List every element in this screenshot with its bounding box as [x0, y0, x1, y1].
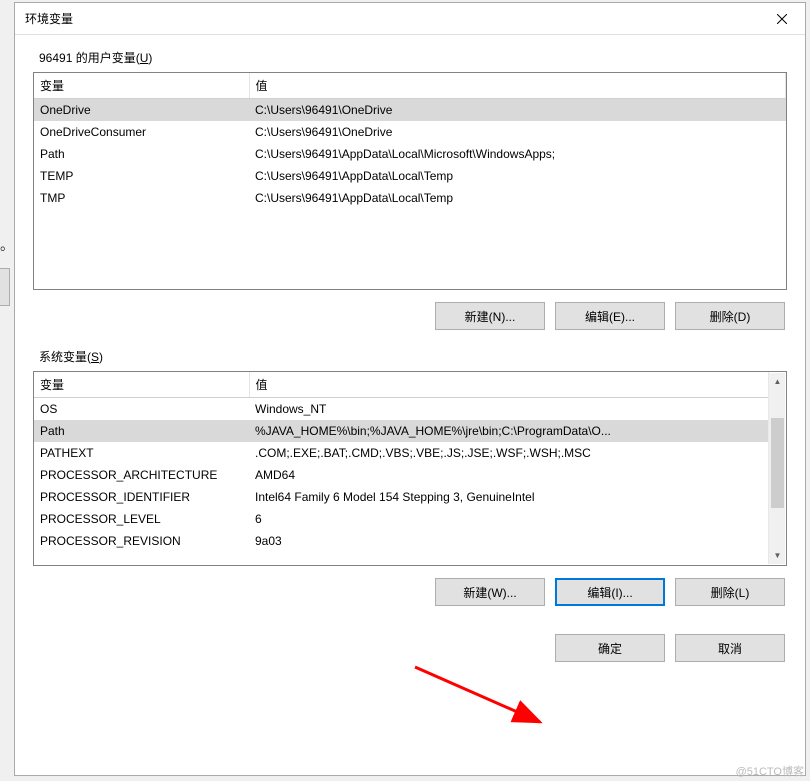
table-row[interactable]: PROCESSOR_IDENTIFIERIntel64 Family 6 Mod…	[34, 486, 769, 508]
system-edit-button[interactable]: 编辑(I)...	[555, 578, 665, 606]
cell-variable: OneDrive	[34, 99, 249, 122]
system-table-scrollbar[interactable]: ▲ ▼	[768, 373, 785, 564]
cell-variable: TEMP	[34, 165, 249, 187]
cell-value: Windows_NT	[249, 398, 769, 421]
column-header-value[interactable]: 值	[249, 73, 786, 99]
cell-value: C:\Users\96491\OneDrive	[249, 121, 786, 143]
table-row[interactable]: TMPC:\Users\96491\AppData\Local\Temp	[34, 187, 786, 209]
table-row[interactable]: PROCESSOR_LEVEL6	[34, 508, 769, 530]
column-header-variable[interactable]: 变量	[34, 73, 249, 99]
table-row[interactable]: OSWindows_NT	[34, 398, 769, 421]
table-row[interactable]: TEMPC:\Users\96491\AppData\Local\Temp	[34, 165, 786, 187]
user-edit-button[interactable]: 编辑(E)...	[555, 302, 665, 330]
cell-value: C:\Users\96491\AppData\Local\Temp	[249, 187, 786, 209]
cell-variable: OneDriveConsumer	[34, 121, 249, 143]
cell-variable: Path	[34, 143, 249, 165]
column-header-value[interactable]: 值	[249, 372, 769, 398]
close-button[interactable]	[759, 3, 805, 35]
cell-value: .COM;.EXE;.BAT;.CMD;.VBS;.VBE;.JS;.JSE;.…	[249, 442, 769, 464]
label-part: )	[99, 350, 103, 364]
table-row[interactable]: Path%JAVA_HOME%\bin;%JAVA_HOME%\jre\bin;…	[34, 420, 769, 442]
cell-variable: PROCESSOR_LEVEL	[34, 508, 249, 530]
cell-variable: PATHEXT	[34, 442, 249, 464]
scroll-up-arrow-icon[interactable]: ▲	[769, 373, 786, 390]
ok-button[interactable]: 确定	[555, 634, 665, 662]
table-row[interactable]: PROCESSOR_REVISION9a03	[34, 530, 769, 552]
scroll-down-arrow-icon[interactable]: ▼	[769, 547, 786, 564]
cell-value: C:\Users\96491\OneDrive	[249, 99, 786, 122]
cell-variable: PROCESSOR_IDENTIFIER	[34, 486, 249, 508]
table-header-row: 变量 值	[34, 372, 769, 398]
system-variables-group: 系统变量(S) 变量 值 OSWindows_NTPath%JAVA_HOME%…	[33, 348, 787, 606]
background-fragment-dot: 。	[0, 235, 14, 255]
watermark: @51CTO博客	[736, 763, 804, 779]
cell-value: C:\Users\96491\AppData\Local\Microsoft\W…	[249, 143, 786, 165]
dialog-buttons-row: 确定 取消	[33, 634, 787, 662]
cell-value: 9a03	[249, 530, 769, 552]
column-header-variable[interactable]: 变量	[34, 372, 249, 398]
close-icon	[777, 14, 787, 24]
cell-variable: PROCESSOR_REVISION	[34, 530, 249, 552]
table-header-row: 变量 值	[34, 73, 786, 99]
user-variables-label: 96491 的用户变量(U)	[33, 49, 787, 66]
system-new-button[interactable]: 新建(W)...	[435, 578, 545, 606]
system-variables-label: 系统变量(S)	[33, 348, 787, 365]
table-row[interactable]: PATHEXT.COM;.EXE;.BAT;.CMD;.VBS;.VBE;.JS…	[34, 442, 769, 464]
cell-value: Intel64 Family 6 Model 154 Stepping 3, G…	[249, 486, 769, 508]
cell-variable: TMP	[34, 187, 249, 209]
cell-value: C:\Users\96491\AppData\Local\Temp	[249, 165, 786, 187]
dialog-title: 环境变量	[25, 10, 73, 27]
cell-variable: PROCESSOR_ARCHITECTURE	[34, 464, 249, 486]
cell-value: 6	[249, 508, 769, 530]
user-variables-table-container: 变量 值 OneDriveC:\Users\96491\OneDriveOneD…	[33, 72, 787, 290]
user-buttons-row: 新建(N)... 编辑(E)... 删除(D)	[33, 302, 787, 330]
label-part: 系统变量(	[39, 350, 91, 364]
dialog-content: 96491 的用户变量(U) 变量 值 OneDriveC:\Users\964…	[15, 35, 805, 676]
environment-variables-dialog: 环境变量 96491 的用户变量(U) 变量 值 OneDr	[14, 2, 806, 776]
table-row[interactable]: PROCESSOR_ARCHITECTUREAMD64	[34, 464, 769, 486]
background-fragment-button	[0, 268, 10, 306]
cancel-button[interactable]: 取消	[675, 634, 785, 662]
system-variables-table[interactable]: 变量 值 OSWindows_NTPath%JAVA_HOME%\bin;%JA…	[34, 372, 769, 552]
cell-variable: OS	[34, 398, 249, 421]
cell-value: AMD64	[249, 464, 769, 486]
cell-value: %JAVA_HOME%\bin;%JAVA_HOME%\jre\bin;C:\P…	[249, 420, 769, 442]
user-variables-group: 96491 的用户变量(U) 变量 值 OneDriveC:\Users\964…	[33, 49, 787, 330]
label-part: )	[148, 51, 152, 65]
label-part: 96491 的用户变量(	[39, 51, 140, 65]
table-row[interactable]: OneDriveConsumerC:\Users\96491\OneDrive	[34, 121, 786, 143]
label-hotkey: S	[91, 350, 99, 364]
user-delete-button[interactable]: 删除(D)	[675, 302, 785, 330]
table-row[interactable]: OneDriveC:\Users\96491\OneDrive	[34, 99, 786, 122]
user-new-button[interactable]: 新建(N)...	[435, 302, 545, 330]
system-delete-button[interactable]: 删除(L)	[675, 578, 785, 606]
scroll-thumb[interactable]	[771, 418, 784, 508]
table-row[interactable]: PathC:\Users\96491\AppData\Local\Microso…	[34, 143, 786, 165]
titlebar: 环境变量	[15, 3, 805, 35]
system-buttons-row: 新建(W)... 编辑(I)... 删除(L)	[33, 578, 787, 606]
system-variables-table-container: 变量 值 OSWindows_NTPath%JAVA_HOME%\bin;%JA…	[33, 371, 787, 566]
user-variables-table[interactable]: 变量 值 OneDriveC:\Users\96491\OneDriveOneD…	[34, 73, 786, 209]
cell-variable: Path	[34, 420, 249, 442]
